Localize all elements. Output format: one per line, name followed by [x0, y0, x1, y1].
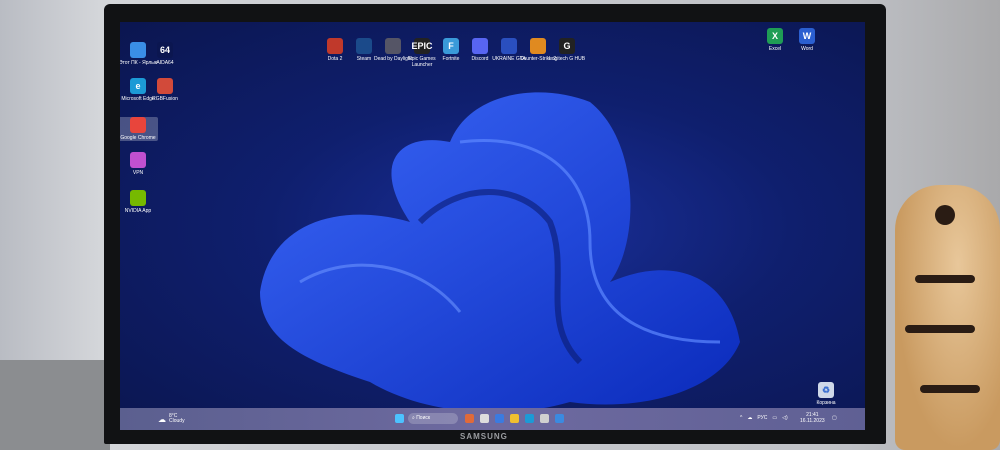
desktop-icon[interactable]: VPN [120, 152, 158, 176]
app-icon [385, 38, 401, 54]
desktop-icon-label: VPN [132, 170, 144, 176]
windows-icon [395, 414, 404, 423]
desktop-icon[interactable]: W Word [787, 28, 827, 52]
desktop-icon[interactable]: RGBFusion [145, 78, 185, 102]
taskbar-app-icon[interactable] [480, 414, 489, 423]
taskbar-app-icon[interactable] [510, 414, 519, 423]
app-icon: 64 [157, 42, 173, 58]
app-icon: e [130, 78, 146, 94]
volume-icon: ◁) [782, 415, 788, 421]
desktop-icon-label: Dota 2 [327, 56, 343, 62]
app-icon: X [767, 28, 783, 44]
taskbar-app-icon[interactable] [465, 414, 474, 423]
desktop-icon-label: NVIDIA App [124, 208, 152, 214]
cloud-icon: ☁ [158, 414, 166, 424]
recycle-bin-label: Корзина [816, 400, 836, 406]
weather-text: Cloudy [169, 418, 185, 424]
desk-items [0, 360, 110, 450]
onedrive-icon: ☁ [747, 415, 753, 421]
desktop-icon-label: Excel [768, 46, 782, 52]
taskbar-app-icon[interactable] [555, 414, 564, 423]
search-placeholder: Поиск [416, 415, 431, 421]
app-icon [501, 38, 517, 54]
desktop: Этот ПК - Ярлык 64 AIDA64 e Microsoft Edge RG… [120, 22, 865, 430]
taskbar-app-icon[interactable] [495, 414, 504, 423]
app-icon: EPIC [412, 38, 433, 54]
app-icon [130, 190, 146, 206]
app-icon [327, 38, 343, 54]
monitor-brand: SAMSUNG [460, 432, 508, 441]
desktop-icon-label: Discord [471, 56, 489, 62]
desktop-icon[interactable]: Google Chrome [120, 117, 158, 141]
chevron-up-icon: ^ [740, 415, 743, 421]
app-icon [130, 42, 146, 58]
network-icon: ▭ [772, 415, 778, 421]
search-box[interactable]: ⌕ Поиск [408, 413, 458, 424]
desktop-icon-label: AIDA64 [156, 60, 174, 66]
desktop-icon-label: RGBFusion [152, 96, 178, 102]
wallpaper-bloom [260, 92, 740, 413]
app-icon [130, 152, 146, 168]
date: 16.11.2023 [800, 418, 825, 424]
desktop-icon-label: Google Chrome [120, 135, 156, 141]
app-icon [472, 38, 488, 54]
clock[interactable]: 21:41 16.11.2023 [800, 412, 825, 424]
language-indicator[interactable]: РУС [757, 415, 767, 421]
desktop-icon-label: Fortnite [442, 56, 460, 62]
weather-widget[interactable]: ☁ 8°C Cloudy [158, 414, 185, 424]
search-icon: ⌕ [412, 415, 415, 421]
notifications-icon[interactable]: ▢ [832, 415, 837, 421]
app-icon [530, 38, 546, 54]
app-icon [130, 117, 146, 133]
desktop-icon[interactable]: 64 AIDA64 [145, 42, 185, 66]
app-icon: W [799, 28, 815, 44]
recycle-bin[interactable]: ♻ Корзина [806, 382, 846, 406]
taskbar-app-icon[interactable] [540, 414, 549, 423]
desktop-icon[interactable]: G Logitech G HUB [547, 38, 587, 62]
taskbar: ☁ 8°C Cloudy ⌕ Поиск ^ ☁ РУС ▭ ◁) 21:41 1… [120, 408, 865, 430]
app-icon: G [559, 38, 575, 54]
app-icon: F [443, 38, 459, 54]
desktop-icon-label: Word [801, 46, 813, 52]
desktop-icon[interactable]: NVIDIA App [120, 190, 158, 214]
app-icon [157, 78, 173, 94]
app-icon [356, 38, 372, 54]
tiger-figurine [895, 185, 1000, 450]
system-tray[interactable]: ^ ☁ РУС ▭ ◁) [740, 415, 788, 421]
desktop-icon-label: Steam [356, 56, 372, 62]
desktop-icon-label: Logitech G HUB [548, 56, 586, 62]
start-button[interactable] [395, 414, 404, 425]
taskbar-app-icon[interactable] [525, 414, 534, 423]
recycle-bin-icon: ♻ [818, 382, 834, 398]
